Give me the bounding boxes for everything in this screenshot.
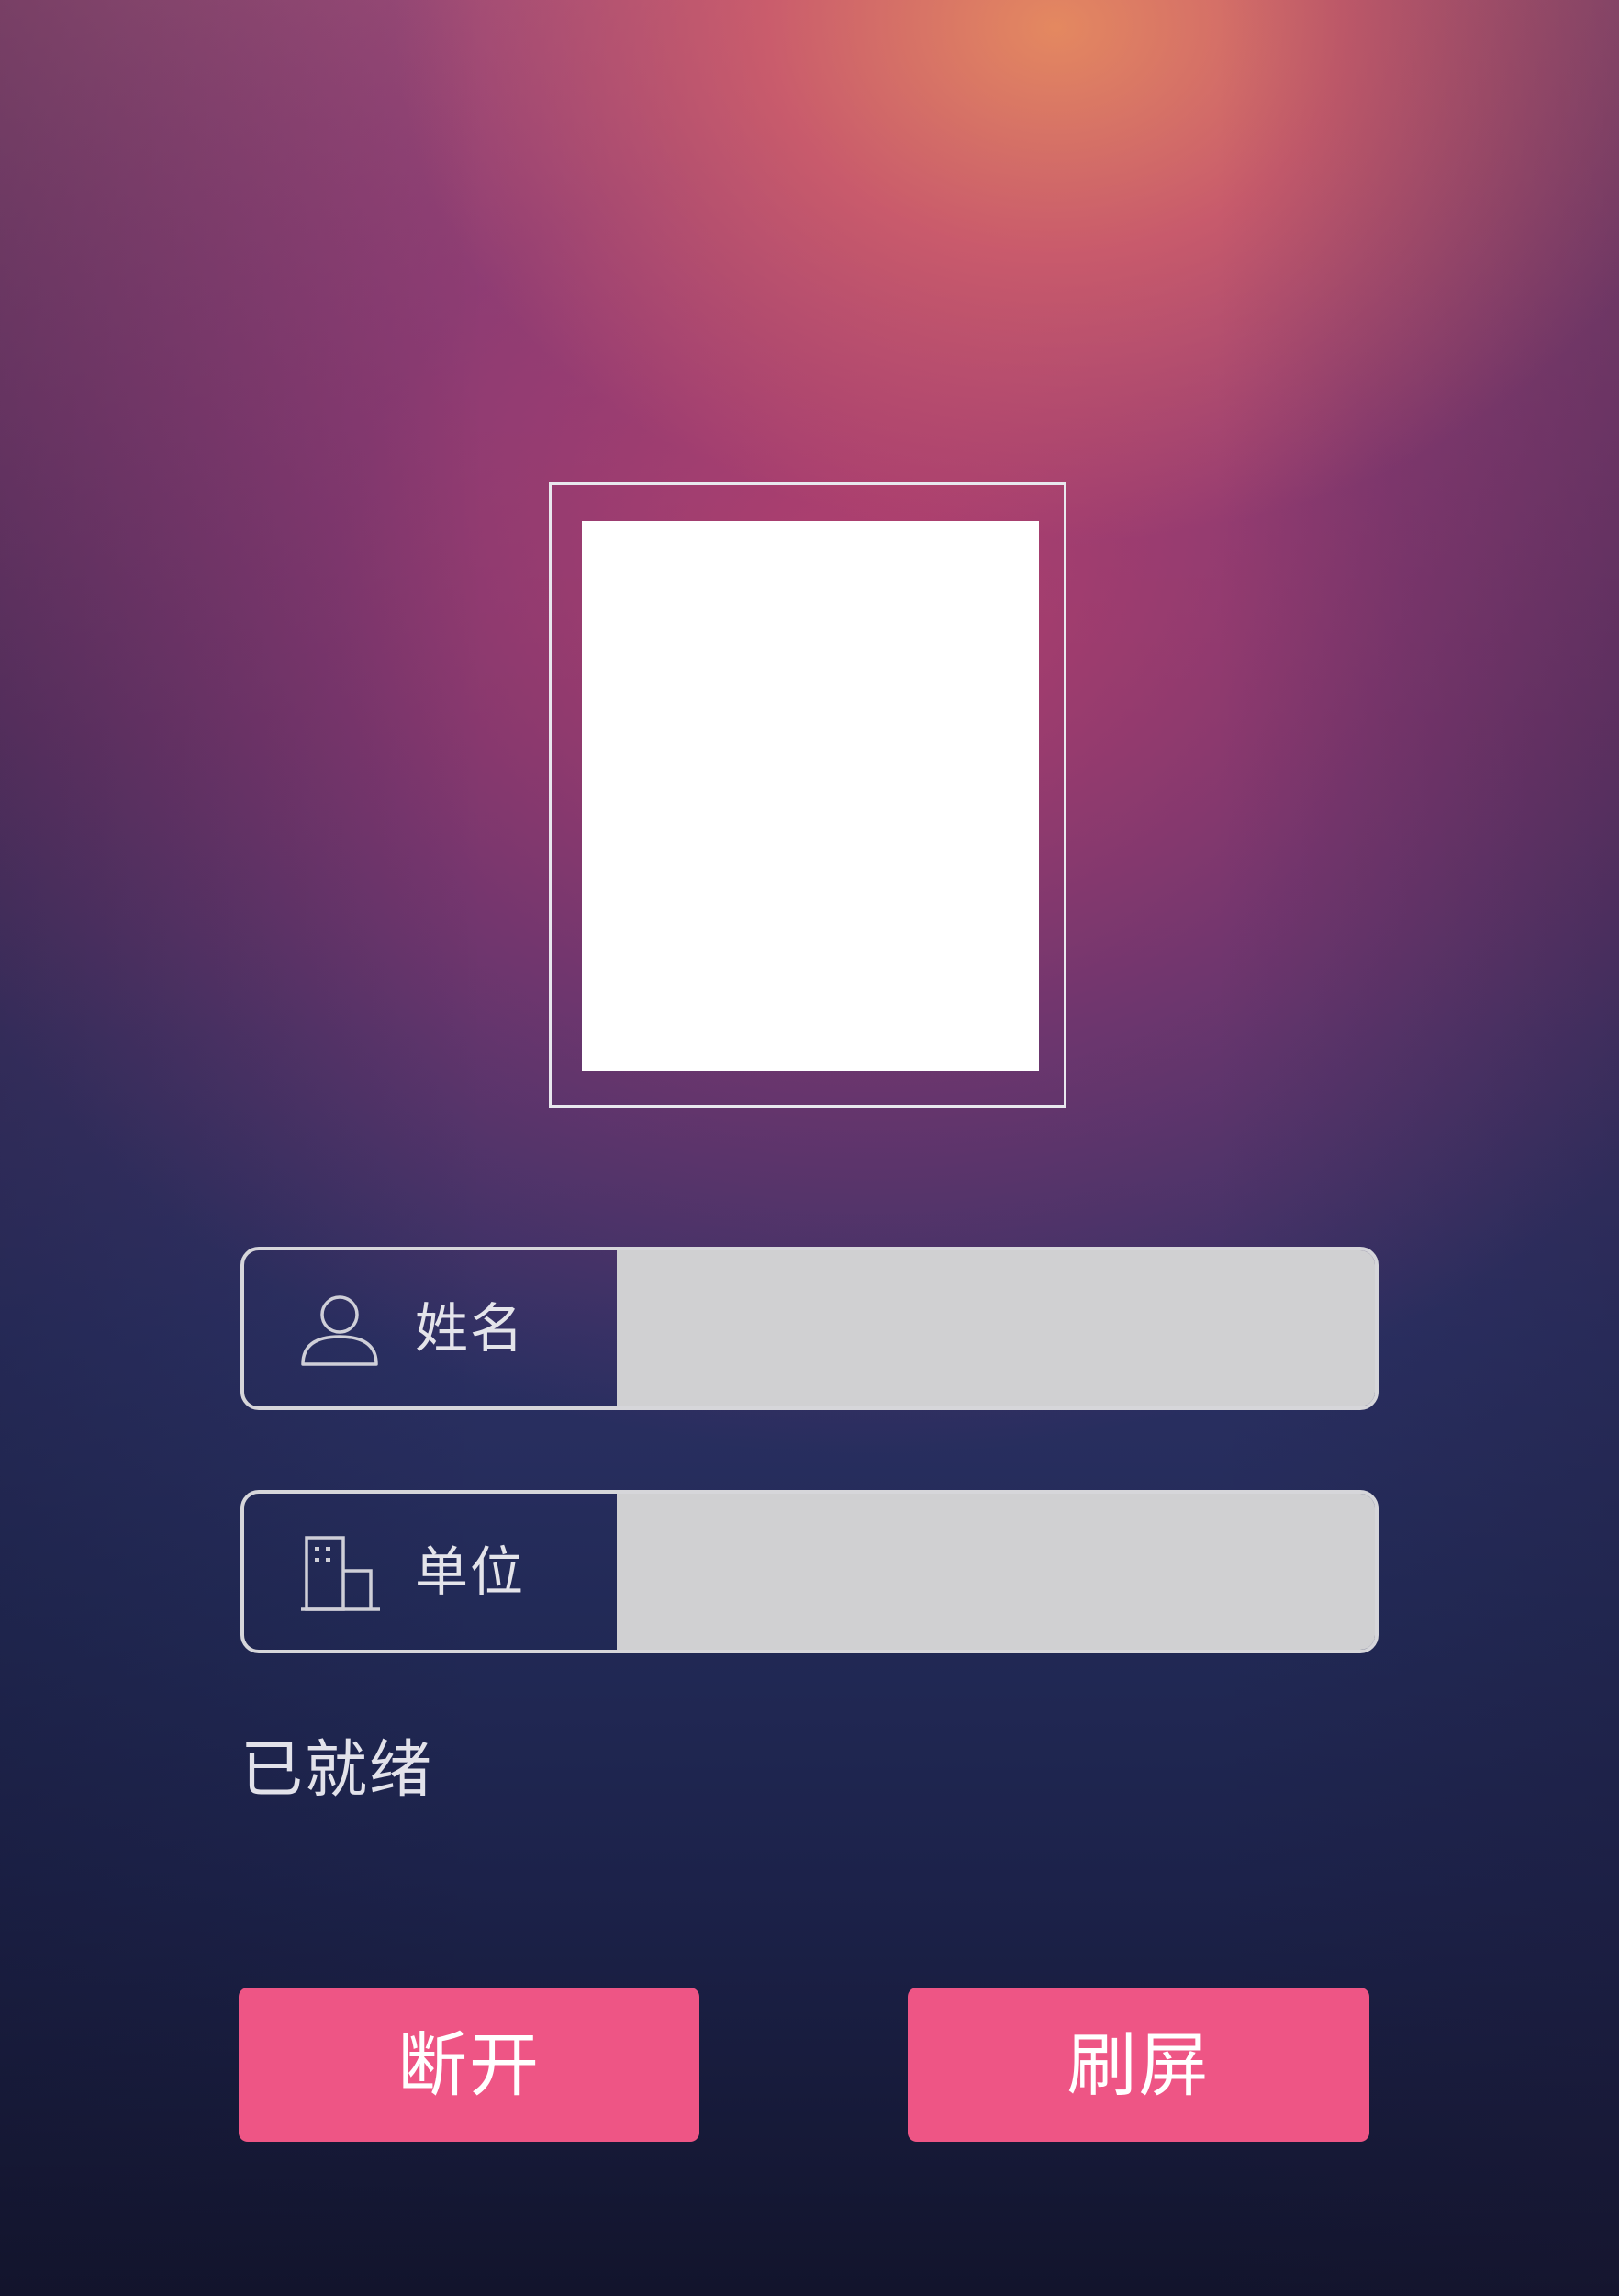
disconnect-button[interactable]: 断开	[239, 1988, 699, 2142]
refresh-button[interactable]: 刷屏	[908, 1988, 1369, 2142]
unit-field-label-area: 单位	[244, 1494, 617, 1650]
name-field: 姓名	[240, 1247, 1379, 1410]
person-icon	[301, 1295, 378, 1366]
unit-field: 单位	[240, 1490, 1379, 1653]
status-text: 已就绪	[240, 1734, 434, 1807]
name-field-label: 姓名	[415, 1297, 526, 1360]
unit-field-label: 单位	[415, 1540, 526, 1603]
building-icon	[301, 1536, 380, 1611]
name-input[interactable]	[617, 1250, 1375, 1406]
background-shade	[0, 0, 1619, 2296]
photo-placeholder	[582, 521, 1039, 1071]
unit-input[interactable]	[617, 1494, 1375, 1650]
name-field-label-area: 姓名	[244, 1250, 617, 1406]
